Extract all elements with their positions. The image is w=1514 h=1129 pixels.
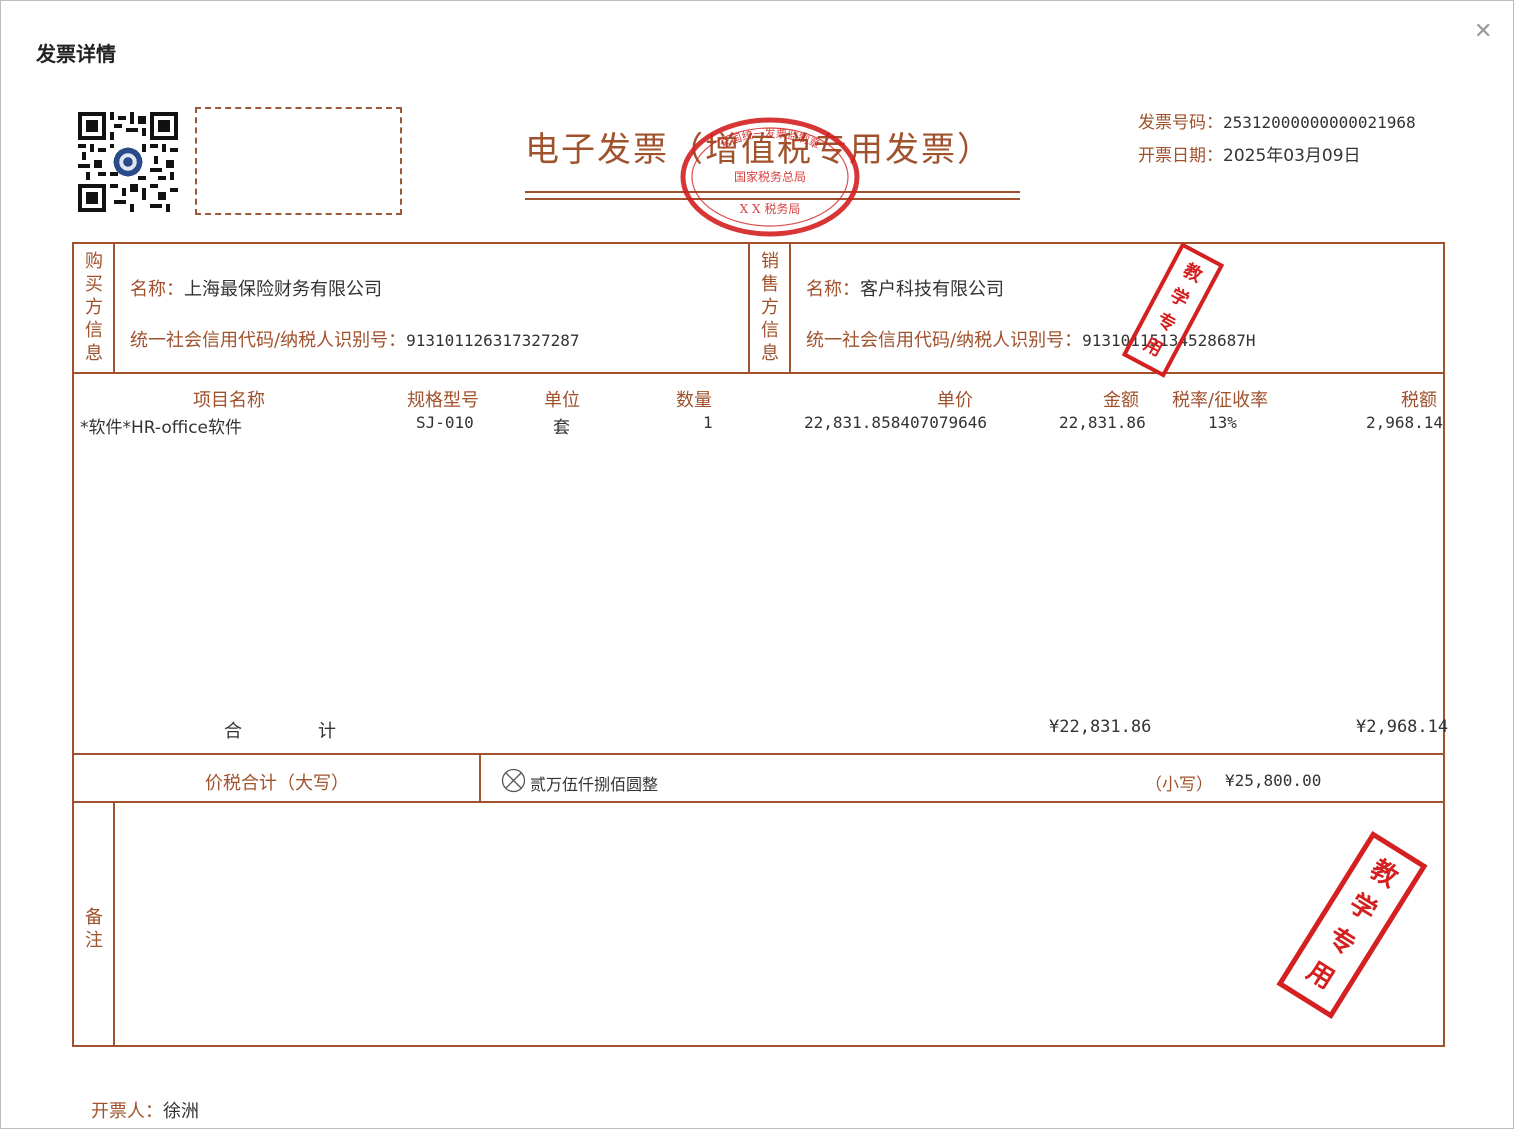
item-spec: SJ-010	[416, 413, 474, 432]
svg-text:用: 用	[1301, 956, 1339, 995]
header-amount: 金额	[1103, 390, 1139, 411]
sum-small-label: （小写）	[1145, 775, 1213, 795]
svg-text:学: 学	[1166, 284, 1192, 312]
close-icon[interactable]: ✕	[1474, 20, 1492, 44]
seller-tax-label: 统一社会信用代码/纳税人识别号：	[806, 330, 1083, 351]
svg-text:全国统一发票监制章: 全国统一发票监制章	[717, 126, 822, 152]
issuer-label: 开票人：	[91, 1101, 163, 1122]
header-qty: 数量	[676, 390, 712, 411]
remark-label: 备注	[85, 907, 103, 951]
teaching-stamp-small-icon: 教 学 专 用	[1121, 242, 1225, 378]
item-name: *软件*HR-office软件	[80, 418, 242, 438]
header-tax: 税额	[1401, 390, 1437, 411]
svg-text:教: 教	[1180, 259, 1207, 287]
item-qty: 1	[703, 413, 713, 432]
seller-side-label: 销售方信息	[761, 251, 779, 364]
invoice-number-value: 25312000000000021968	[1223, 113, 1416, 132]
invoice-number-label: 发票号码：	[1138, 113, 1223, 133]
buyer-name-value: 上海最保险财务有限公司	[184, 279, 382, 300]
header-item-name: 项目名称	[193, 390, 265, 411]
item-tax: 2,968.14	[1366, 413, 1444, 432]
dialog-title: 发票详情	[36, 42, 116, 66]
svg-text:专: 专	[1153, 308, 1179, 336]
sum-capital-value: 贰万伍仟捌佰圆整	[530, 775, 659, 794]
sum-label: 价税合计（大写）	[205, 773, 349, 794]
item-unit: 套	[553, 418, 570, 438]
svg-text:学: 学	[1344, 888, 1382, 928]
header-price: 单价	[937, 390, 973, 411]
qr-code-icon	[78, 112, 178, 212]
invoice-date-value: 2025年03月09日	[1223, 146, 1361, 166]
seal-bottom-text: X X 税务局	[740, 201, 801, 216]
official-seal-icon: 全国统一发票监制章 国家税务总局 X X 税务局	[680, 117, 860, 237]
buyer-side-label: 购买方信息	[85, 251, 103, 364]
buyer-tax-label: 统一社会信用代码/纳税人识别号：	[130, 330, 407, 351]
svg-text:用: 用	[1140, 334, 1166, 361]
total-tax: ¥2,968.14	[1356, 717, 1449, 737]
buyer-name: 名称：上海最保险财务有限公司	[130, 275, 382, 301]
buyer-tax-id: 统一社会信用代码/纳税人识别号：913101126317327287	[130, 326, 579, 352]
teaching-stamp-icon: 教 学 专 用	[1276, 831, 1428, 1019]
invoice-date-label: 开票日期：	[1138, 146, 1223, 166]
svg-text:专: 专	[1322, 922, 1360, 961]
invoice-date: 开票日期：2025年03月09日	[1138, 141, 1361, 166]
buyer-tax-value: 913101126317327287	[406, 331, 580, 350]
image-placeholder	[195, 107, 402, 215]
item-tax-rate: 13%	[1208, 413, 1237, 432]
seller-name: 名称：客户科技有限公司	[806, 275, 1004, 301]
item-amount: 22,831.86	[1059, 413, 1146, 432]
seal-center-text: 国家税务总局	[734, 169, 806, 184]
header-unit: 单位	[544, 390, 580, 411]
circle-x-icon	[501, 768, 526, 793]
total-amount: ¥22,831.86	[1049, 717, 1152, 737]
sum-small-value: ¥25,800.00	[1225, 771, 1322, 790]
total-label-1: 合	[224, 721, 242, 742]
buyer-name-label: 名称：	[130, 279, 184, 300]
seal-arc-text: 全国统一发票监制章	[717, 126, 822, 152]
seller-name-value: 客户科技有限公司	[860, 279, 1004, 300]
total-label-2: 计	[318, 721, 336, 742]
issuer: 开票人：徐洲	[91, 1097, 199, 1123]
svg-text:教: 教	[1365, 855, 1403, 894]
item-price: 22,831.858407079646	[804, 413, 988, 432]
issuer-name: 徐洲	[163, 1101, 199, 1122]
seller-name-label: 名称：	[806, 279, 860, 300]
header-tax-rate: 税率/征收率	[1172, 390, 1269, 411]
header-spec: 规格型号	[407, 390, 479, 411]
invoice-number: 发票号码：25312000000000021968	[1138, 108, 1416, 133]
